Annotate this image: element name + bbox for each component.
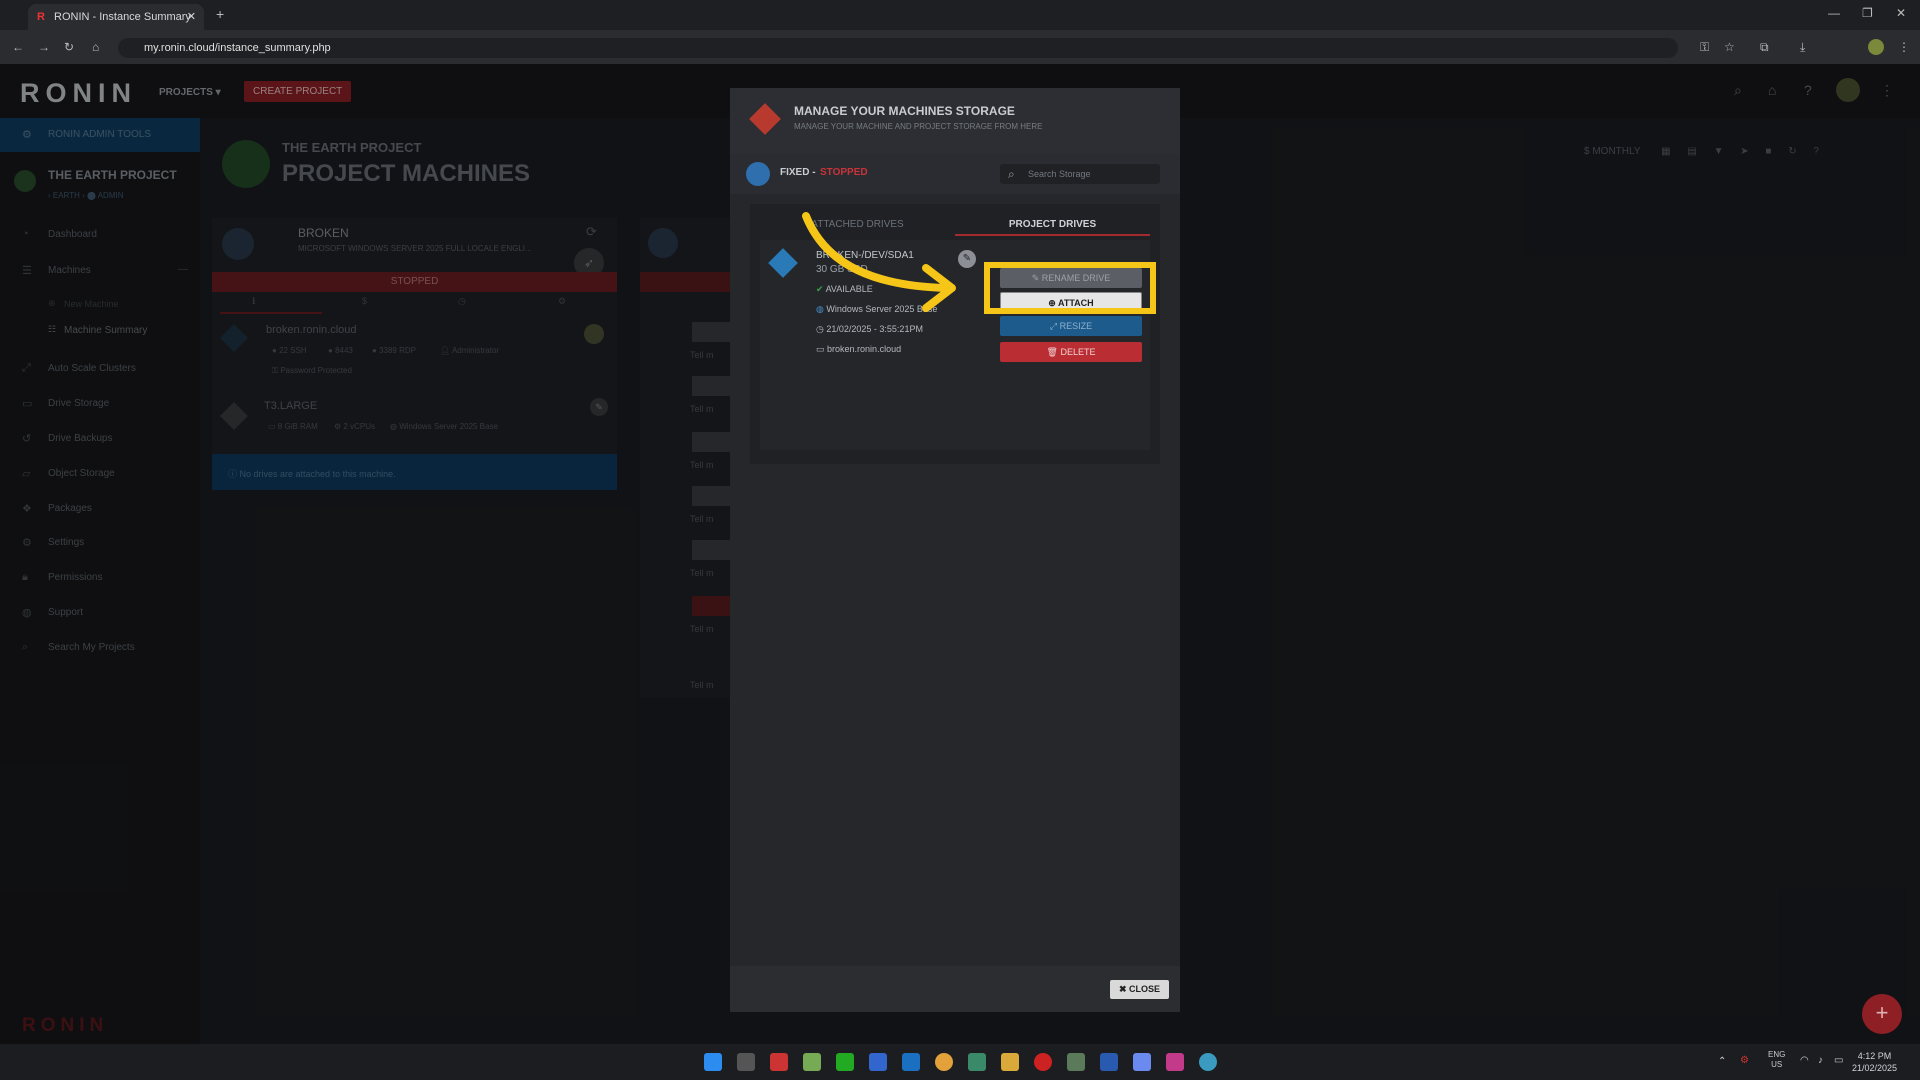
onenote-icon[interactable] bbox=[1166, 1053, 1184, 1071]
drive-host: ▭ broken.ronin.cloud bbox=[816, 344, 902, 354]
stopped-label: STOPPED bbox=[820, 167, 868, 178]
extensions-icon[interactable]: ⧉ bbox=[1760, 40, 1769, 55]
bookmark-star-icon[interactable]: ☆ bbox=[1724, 40, 1735, 54]
battery-icon[interactable]: ▭ bbox=[1834, 1055, 1843, 1066]
search-icon: ⌕ bbox=[1008, 167, 1015, 181]
address-bar-area: ← → ↻ ⌂ my.ronin.cloud/instance_summary.… bbox=[0, 30, 1920, 64]
file-explorer-icon[interactable] bbox=[1001, 1053, 1019, 1071]
tray-app-icon[interactable]: ⚙ bbox=[1740, 1055, 1749, 1066]
attach-highlight-box bbox=[984, 262, 1156, 314]
url-input[interactable]: my.ronin.cloud/instance_summary.php bbox=[118, 38, 1678, 58]
server-icon: ▭ bbox=[816, 344, 825, 354]
tray-chevron-icon[interactable]: ⌃ bbox=[1718, 1056, 1726, 1067]
os-taskbar: ⌃ ⚙ ENG US ◠ ♪ ▭ 4:12 PM 21/02/2025 bbox=[0, 1044, 1920, 1080]
back-icon[interactable]: ← bbox=[12, 40, 24, 54]
windows-icon bbox=[746, 162, 770, 186]
tab-title: RONIN - Instance Summary bbox=[54, 11, 191, 23]
chatgpt-icon[interactable] bbox=[1067, 1053, 1085, 1071]
close-button[interactable]: ✖ CLOSE bbox=[1110, 980, 1170, 999]
modal-header: MANAGE YOUR MACHINES STORAGE MANAGE YOUR… bbox=[730, 88, 1180, 154]
close-tab-icon[interactable]: ✕ bbox=[187, 10, 196, 23]
gemini-icon[interactable] bbox=[1133, 1053, 1151, 1071]
search-storage-input[interactable]: ⌕ Search Storage bbox=[1000, 164, 1160, 184]
minimize-icon[interactable]: — bbox=[1828, 6, 1840, 20]
trash-icon: 🗑︎ bbox=[1046, 347, 1058, 357]
chrome-icon[interactable] bbox=[935, 1053, 953, 1071]
whatsapp-icon[interactable] bbox=[836, 1053, 854, 1071]
volume-icon[interactable]: ♪ bbox=[1818, 1055, 1823, 1066]
resize-icon: ⤢ bbox=[1049, 321, 1058, 331]
browser-tab[interactable]: R RONIN - Instance Summary ✕ bbox=[28, 4, 204, 30]
system-clock[interactable]: 4:12 PM 21/02/2025 bbox=[1852, 1050, 1897, 1074]
modal-subtitle: MANAGE YOUR MACHINE AND PROJECT STORAGE … bbox=[794, 122, 1043, 131]
forward-icon[interactable]: → bbox=[38, 40, 50, 54]
add-fab-button[interactable]: + bbox=[1862, 994, 1902, 1034]
maximize-icon[interactable]: ❐ bbox=[1862, 6, 1873, 20]
vscode-icon[interactable] bbox=[902, 1053, 920, 1071]
browser-menu-icon[interactable]: ⋮ bbox=[1898, 40, 1910, 54]
clock-icon: ◷ bbox=[816, 324, 824, 334]
gmail-icon[interactable] bbox=[770, 1053, 788, 1071]
task-view-icon[interactable] bbox=[737, 1053, 755, 1071]
language-indicator[interactable]: ENG US bbox=[1768, 1050, 1785, 1070]
calendar-icon[interactable] bbox=[869, 1053, 887, 1071]
drive-date: ◷ 21/02/2025 - 3:55:21PM bbox=[816, 324, 923, 334]
tab-project-drives[interactable]: PROJECT DRIVES bbox=[955, 214, 1150, 236]
photos-icon[interactable] bbox=[803, 1053, 821, 1071]
earth-app-icon[interactable] bbox=[1199, 1053, 1217, 1071]
delete-button[interactable]: 🗑︎ DELETE bbox=[1000, 342, 1142, 362]
modal-title: MANAGE YOUR MACHINES STORAGE bbox=[794, 104, 1015, 118]
annotation-arrow bbox=[802, 212, 956, 312]
ronin-favicon-icon: R bbox=[37, 11, 45, 23]
password-key-icon[interactable]: ⚿ bbox=[1700, 40, 1709, 55]
profile-avatar[interactable] bbox=[1868, 39, 1884, 55]
new-tab-icon[interactable]: + bbox=[216, 6, 224, 22]
drive-cube-icon bbox=[768, 248, 798, 278]
machine-status-bar: FIXED - STOPPED ⌕ Search Storage bbox=[730, 154, 1180, 194]
media-player-icon[interactable] bbox=[1034, 1053, 1052, 1071]
jira-icon[interactable] bbox=[1100, 1053, 1118, 1071]
close-window-icon[interactable]: ✕ bbox=[1896, 6, 1906, 20]
app-icon[interactable] bbox=[968, 1053, 986, 1071]
windows-start-icon[interactable] bbox=[704, 1053, 722, 1071]
url-text: my.ronin.cloud/instance_summary.php bbox=[144, 42, 331, 54]
wifi-icon[interactable]: ◠ bbox=[1800, 1055, 1809, 1066]
download-icon[interactable]: ⤓ bbox=[1800, 40, 1805, 55]
resize-button[interactable]: ⤢ RESIZE bbox=[1000, 316, 1142, 336]
browser-tab-bar: R RONIN - Instance Summary ✕ + — ❐ ✕ bbox=[0, 0, 1920, 30]
storage-cube-icon bbox=[749, 103, 781, 135]
search-placeholder: Search Storage bbox=[1028, 169, 1091, 179]
home-icon[interactable]: ⌂ bbox=[92, 40, 99, 54]
reload-icon[interactable]: ↻ bbox=[64, 40, 74, 54]
fixed-label: FIXED - bbox=[780, 167, 816, 178]
